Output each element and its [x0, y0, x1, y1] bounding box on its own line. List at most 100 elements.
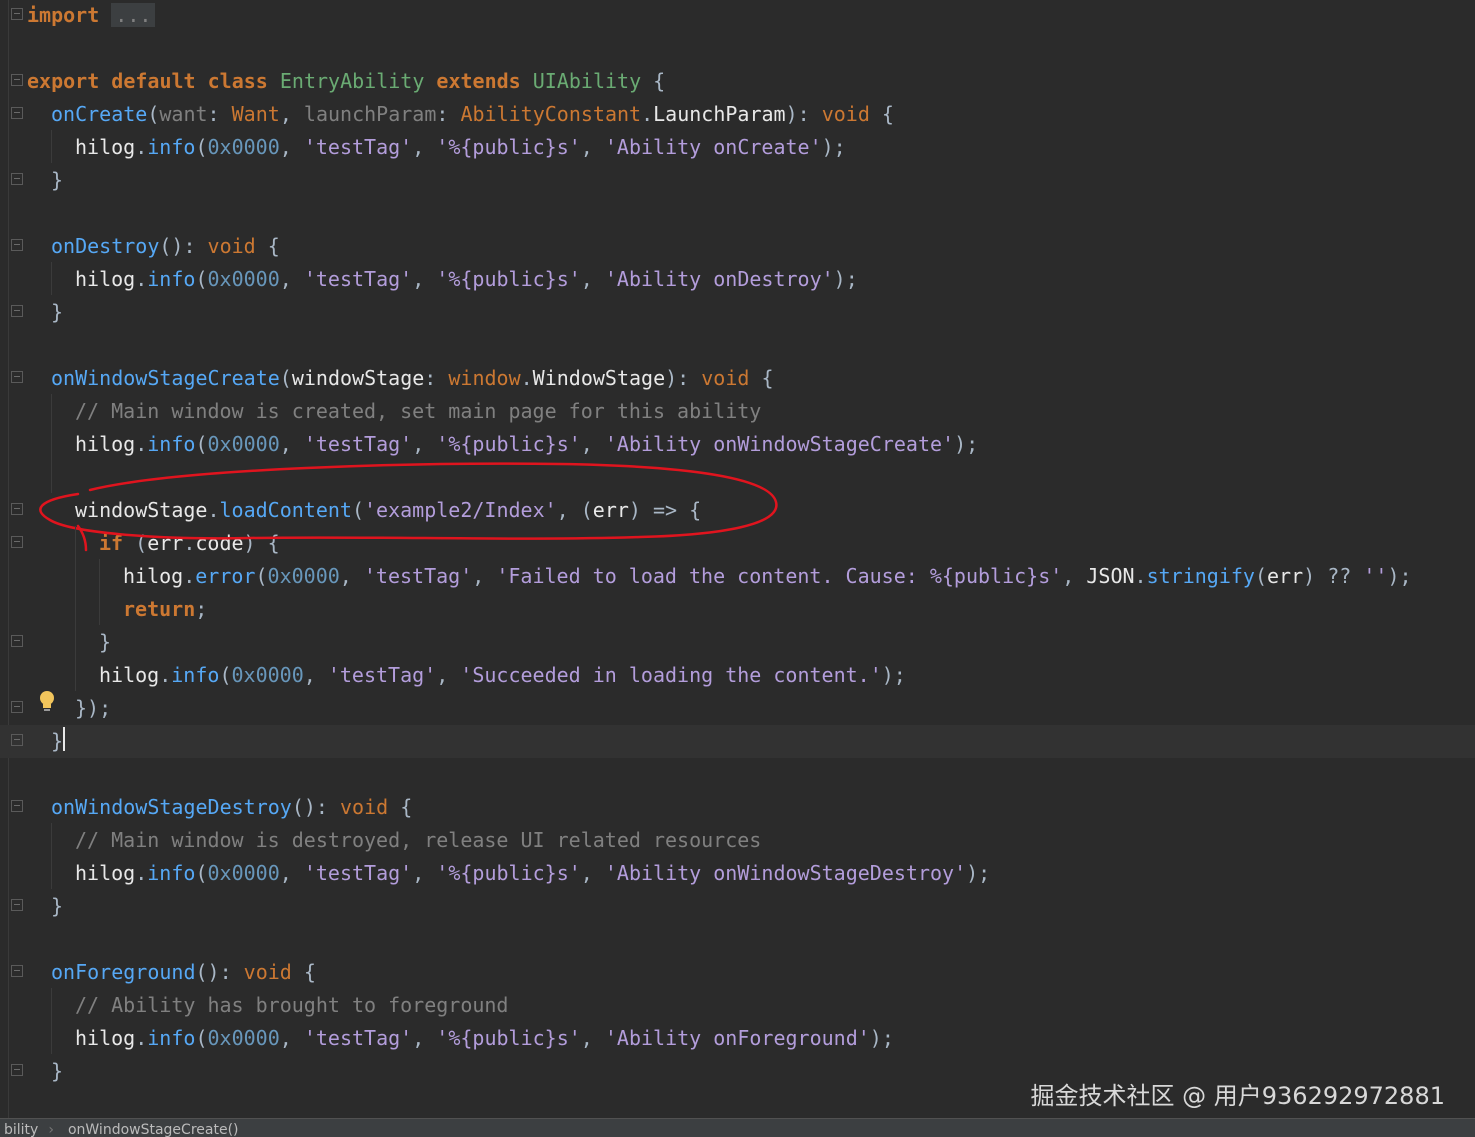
- code-token: :: [207, 102, 232, 126]
- code-token: 0x0000: [207, 861, 280, 885]
- fold-collapse-icon[interactable]: [11, 107, 23, 119]
- code-line[interactable]: if (err.code) {: [0, 527, 1475, 560]
- code-token: ):: [785, 102, 822, 126]
- indent-guide: [99, 559, 100, 625]
- code-token: ,: [412, 1026, 437, 1050]
- code-line[interactable]: hilog.info(0x0000, 'testTag', '%{public}…: [0, 857, 1475, 890]
- code-line[interactable]: export default class EntryAbility extend…: [0, 65, 1475, 98]
- code-line[interactable]: [0, 32, 1475, 65]
- code-token: 'testTag': [303, 267, 413, 291]
- code-text: }: [51, 164, 63, 197]
- code-token: UIAbility: [532, 69, 642, 93]
- code-line[interactable]: hilog.info(0x0000, 'testTag', '%{public}…: [0, 263, 1475, 296]
- code-token: return: [123, 597, 196, 621]
- code-line[interactable]: // Main window is destroyed, release UI …: [0, 824, 1475, 857]
- code-line[interactable]: onForeground(): void {: [0, 956, 1475, 989]
- fold-end-icon[interactable]: [11, 899, 23, 911]
- fold-collapse-icon[interactable]: [11, 8, 23, 20]
- fold-collapse-icon[interactable]: [11, 503, 23, 515]
- code-token: hilog: [75, 1026, 136, 1050]
- code-token: EntryAbility: [279, 69, 425, 93]
- code-token: 'Ability onForeground': [604, 1026, 870, 1050]
- code-line[interactable]: }: [0, 164, 1475, 197]
- code-line[interactable]: [0, 923, 1475, 956]
- code-token: hilog: [75, 861, 136, 885]
- code-token[interactable]: ...: [111, 3, 156, 27]
- code-editor[interactable]: import ... export default class EntryAbil…: [0, 0, 1475, 1118]
- code-text: }: [51, 1055, 63, 1088]
- code-token: onForeground: [51, 960, 196, 984]
- code-token: );: [1387, 564, 1412, 588]
- code-token: extends: [424, 69, 533, 93]
- code-token: ():: [159, 234, 208, 258]
- code-text: }: [99, 626, 111, 659]
- fold-end-icon[interactable]: [11, 1064, 23, 1076]
- fold-collapse-icon[interactable]: [11, 536, 23, 548]
- lightbulb-icon[interactable]: [38, 690, 56, 714]
- breadcrumb-item[interactable]: bility: [4, 1122, 38, 1137]
- code-line[interactable]: }: [0, 296, 1475, 329]
- code-token: info: [147, 267, 196, 291]
- code-token: }: [51, 1059, 64, 1083]
- code-token: 0x0000: [231, 663, 304, 687]
- code-line[interactable]: hilog.info(0x0000, 'testTag', '%{public}…: [0, 428, 1475, 461]
- code-line[interactable]: }: [0, 725, 1475, 758]
- fold-collapse-icon[interactable]: [11, 74, 23, 86]
- code-line[interactable]: hilog.info(0x0000, 'testTag', '%{public}…: [0, 1022, 1475, 1055]
- code-line[interactable]: return;: [0, 593, 1475, 626]
- fold-end-icon[interactable]: [11, 635, 23, 647]
- code-line[interactable]: [0, 758, 1475, 791]
- code-line[interactable]: onWindowStageCreate(windowStage: window.…: [0, 362, 1475, 395]
- code-line[interactable]: import ...: [0, 0, 1475, 32]
- breadcrumb-item[interactable]: onWindowStageCreate(): [68, 1122, 239, 1137]
- fold-collapse-icon[interactable]: [11, 800, 23, 812]
- code-text: }: [51, 890, 63, 923]
- fold-end-icon[interactable]: [11, 173, 23, 185]
- code-line[interactable]: onWindowStageDestroy(): void {: [0, 791, 1475, 824]
- breadcrumb[interactable]: bility › onWindowStageCreate(): [0, 1118, 1475, 1137]
- code-text: return;: [123, 593, 207, 626]
- code-line[interactable]: hilog.info(0x0000, 'testTag', '%{public}…: [0, 131, 1475, 164]
- code-token: info: [147, 1026, 196, 1050]
- code-token: (: [195, 267, 208, 291]
- code-token: ):: [665, 366, 702, 390]
- code-token: err: [147, 531, 184, 555]
- code-line[interactable]: [0, 197, 1475, 230]
- fold-collapse-icon[interactable]: [11, 239, 23, 251]
- code-text: hilog.info(0x0000, 'testTag', '%{public}…: [75, 857, 990, 890]
- code-text: if (err.code) {: [99, 527, 280, 560]
- code-line[interactable]: [0, 461, 1475, 494]
- fold-end-icon[interactable]: [11, 305, 23, 317]
- code-token: LaunchParam: [653, 102, 786, 126]
- code-text: export default class EntryAbility extend…: [27, 65, 665, 98]
- fold-collapse-icon[interactable]: [11, 371, 23, 383]
- indent-guide: [51, 823, 52, 889]
- code-token: );: [966, 861, 991, 885]
- code-line[interactable]: // Main window is created, set main page…: [0, 395, 1475, 428]
- code-token: );: [869, 1026, 894, 1050]
- code-line[interactable]: hilog.info(0x0000, 'testTag', 'Succeeded…: [0, 659, 1475, 692]
- code-token: export default class: [27, 69, 280, 93]
- fold-collapse-icon[interactable]: [11, 965, 23, 977]
- code-line[interactable]: }: [0, 626, 1475, 659]
- code-text: // Main window is created, set main page…: [75, 395, 761, 428]
- code-token: void: [207, 234, 256, 258]
- code-token: .: [135, 1026, 148, 1050]
- fold-end-icon[interactable]: [11, 734, 23, 746]
- fold-end-icon[interactable]: [11, 701, 23, 713]
- code-text: hilog.info(0x0000, 'testTag', '%{public}…: [75, 131, 846, 164]
- code-token: void: [821, 102, 870, 126]
- code-line[interactable]: }: [0, 890, 1475, 923]
- code-line[interactable]: });: [0, 692, 1475, 725]
- code-line[interactable]: onCreate(want: Want, launchParam: Abilit…: [0, 98, 1475, 131]
- code-line[interactable]: onDestroy(): void {: [0, 230, 1475, 263]
- code-token: ;: [195, 597, 208, 621]
- code-token: '%{public}s': [436, 135, 581, 159]
- code-token: ,: [279, 432, 304, 456]
- code-line[interactable]: [0, 329, 1475, 362]
- code-token: loadContent: [219, 498, 352, 522]
- code-line[interactable]: // Ability has brought to foreground: [0, 989, 1475, 1022]
- code-line[interactable]: hilog.error(0x0000, 'testTag', 'Failed t…: [0, 560, 1475, 593]
- code-line[interactable]: windowStage.loadContent('example2/Index'…: [0, 494, 1475, 527]
